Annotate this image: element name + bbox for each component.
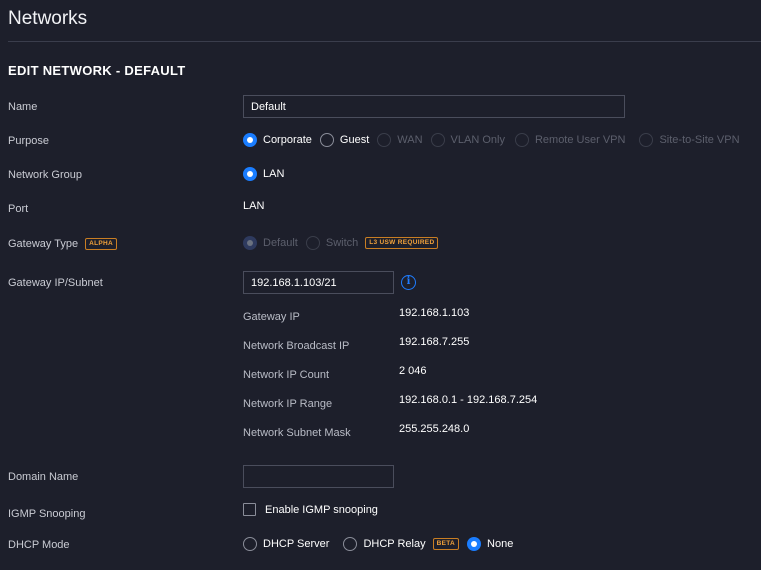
purpose-option-vlan-only: VLAN Only — [430, 133, 505, 147]
igmp-snooping-checkbox[interactable] — [243, 503, 256, 516]
radio-disabled-icon — [430, 133, 445, 147]
gateway-type-label: Gateway Type — [8, 238, 79, 250]
igmp-snooping-label: IGMP Snooping — [8, 508, 86, 520]
network-group-option-lan[interactable]: LAN — [243, 167, 284, 181]
igmp-snooping-checkbox-label: Enable IGMP snooping — [265, 503, 378, 516]
purpose-option-site-to-site-vpn: Site-to-Site VPN — [639, 133, 740, 147]
purpose-label: Purpose — [8, 135, 49, 147]
radio-disabled-selected-icon — [243, 236, 257, 250]
subnet-mask-value: 255.255.248.0 — [399, 423, 470, 435]
gateway-ip-label: Gateway IP — [243, 311, 300, 323]
dhcp-mode-option-none[interactable]: None — [467, 537, 513, 551]
name-input[interactable] — [243, 95, 625, 118]
radio-disabled-icon — [377, 133, 392, 147]
gateway-ip-subnet-input[interactable] — [243, 271, 394, 294]
ip-range-label: Network IP Range — [243, 398, 333, 410]
ip-count-label: Network IP Count — [243, 369, 330, 381]
broadcast-ip-label: Network Broadcast IP — [243, 340, 350, 352]
radio-disabled-icon — [639, 133, 654, 147]
radio-unselected-icon — [319, 133, 334, 147]
l3-usw-required-badge: L3 USW REQUIRED — [365, 237, 439, 249]
section-title: EDIT NETWORK - DEFAULT — [8, 63, 186, 78]
gateway-ip-subnet-label: Gateway IP/Subnet — [8, 277, 103, 289]
radio-unselected-icon — [343, 537, 358, 551]
port-label: Port — [8, 203, 29, 215]
info-icon[interactable]: i — [401, 275, 416, 290]
gateway-type-option-switch: Switch — [305, 236, 358, 250]
port-value: LAN — [243, 200, 265, 212]
purpose-radio-group: Corporate Guest WAN VLAN Only Remote Use… — [243, 133, 740, 147]
dhcp-mode-option-relay[interactable]: DHCP Relay BETA — [343, 537, 460, 551]
broadcast-ip-value: 192.168.7.255 — [399, 336, 470, 348]
radio-disabled-icon — [305, 236, 320, 250]
dhcp-mode-radio-group: DHCP Server DHCP Relay BETA None — [243, 537, 521, 551]
purpose-option-remote-user-vpn: Remote User VPN — [514, 133, 625, 147]
subnet-mask-label: Network Subnet Mask — [243, 427, 351, 439]
gateway-type-option-default: Default — [243, 236, 298, 250]
purpose-option-corporate[interactable]: Corporate — [243, 133, 312, 147]
dhcp-mode-label: DHCP Mode — [8, 539, 70, 551]
radio-disabled-icon — [514, 133, 529, 147]
header-divider — [8, 41, 761, 42]
ip-range-value: 192.168.0.1 - 192.168.7.254 — [399, 394, 538, 406]
name-label: Name — [8, 101, 38, 113]
ip-count-value: 2 046 — [399, 365, 427, 377]
domain-name-input[interactable] — [243, 465, 394, 488]
radio-selected-icon — [467, 537, 482, 551]
domain-name-label: Domain Name — [8, 471, 79, 483]
purpose-option-wan: WAN — [377, 133, 423, 147]
beta-badge: BETA — [432, 538, 460, 550]
alpha-badge: ALPHA — [85, 238, 118, 250]
network-group-label: Network Group — [8, 169, 82, 181]
igmp-snooping-checkbox-row[interactable]: Enable IGMP snooping — [243, 503, 378, 516]
gateway-ip-value: 192.168.1.103 — [399, 307, 470, 319]
gateway-type-radio-group: Default Switch L3 USW REQUIRED — [243, 236, 439, 250]
page-title: Networks — [8, 8, 88, 29]
dhcp-mode-option-server[interactable]: DHCP Server — [243, 537, 329, 551]
radio-unselected-icon — [243, 537, 257, 551]
purpose-option-guest[interactable]: Guest — [319, 133, 369, 147]
network-group-radio-group: LAN — [243, 167, 292, 181]
gateway-type-label-row: Gateway Type ALPHA — [8, 238, 118, 250]
radio-selected-icon — [243, 133, 257, 147]
radio-selected-icon — [243, 167, 257, 181]
